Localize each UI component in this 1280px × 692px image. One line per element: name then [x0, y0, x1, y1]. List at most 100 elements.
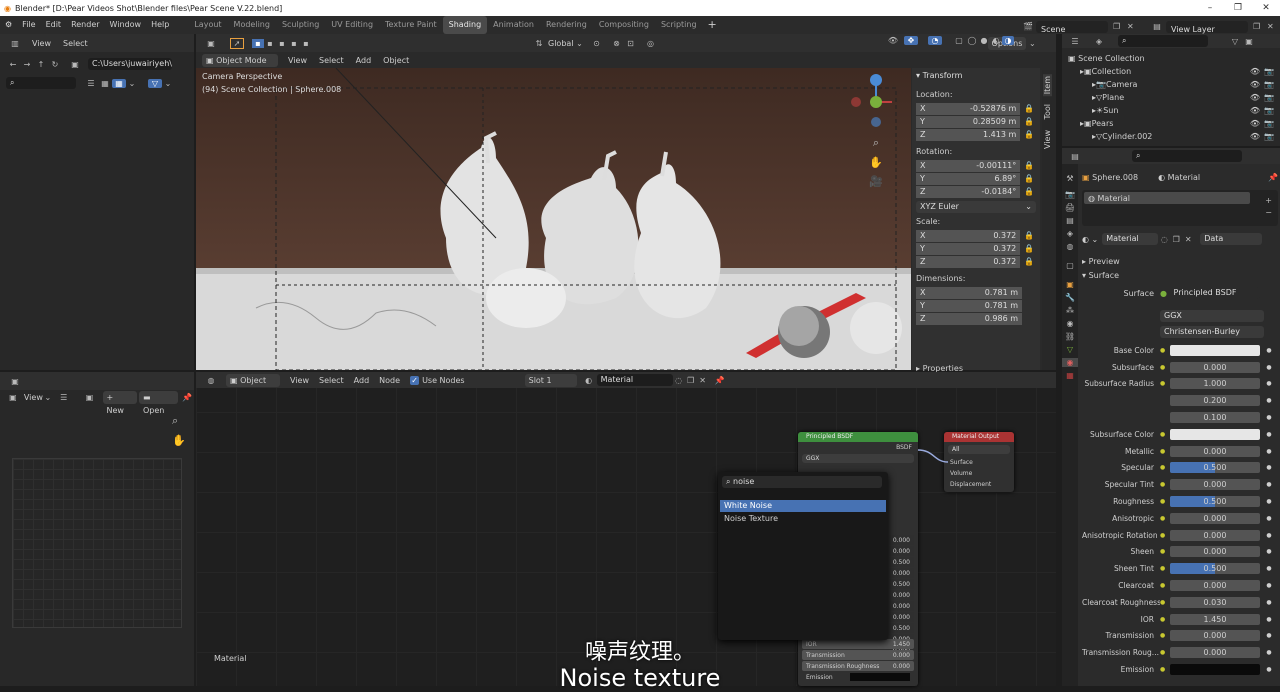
editor-type-icon[interactable]: ▣	[6, 377, 24, 386]
outliner-root[interactable]: ▣ Scene Collection	[1068, 52, 1280, 65]
outliner-item[interactable]: ▸ ▽ Plane 👁 📷	[1068, 91, 1280, 104]
fb-path-field[interactable]: C:\Users\juwairiyeh\	[88, 58, 172, 70]
filter-icon[interactable]: ▽	[148, 78, 162, 88]
eye-icon[interactable]: 👁	[1250, 104, 1260, 117]
property-value-field[interactable]: 0.000	[1170, 445, 1260, 457]
property-extra-dot-icon[interactable]: ●	[1264, 548, 1274, 555]
solid-shading-icon[interactable]: ●	[978, 36, 990, 45]
snap-icon[interactable]: ⊗	[610, 39, 624, 48]
property-extra-dot-icon[interactable]: ●	[1264, 498, 1274, 505]
menu-file[interactable]: File	[17, 16, 40, 34]
pin-icon[interactable]: 📌	[713, 376, 727, 385]
physics-tab-icon[interactable]: ◉	[1062, 319, 1078, 328]
outliner-item[interactable]: ▸ 📷 Camera 👁 📷	[1068, 78, 1280, 91]
mode-intersect-icon[interactable]: ▪	[300, 39, 312, 48]
eye-icon[interactable]: 👁	[1250, 130, 1260, 143]
property-extra-dot-icon[interactable]: ●	[1264, 347, 1274, 354]
rotation-field[interactable]: Y 6.89°	[916, 172, 1021, 185]
menu-render[interactable]: Render	[66, 16, 104, 34]
eye-icon[interactable]: 👁	[1250, 117, 1260, 130]
property-value-field[interactable]: 0.000	[1170, 529, 1260, 541]
property-value-field[interactable]: 0.500	[1170, 462, 1260, 474]
property-value-field[interactable]: 1.450	[1170, 613, 1260, 625]
lock-icon[interactable]: 🔒	[1022, 174, 1036, 183]
orientation-dropdown[interactable]: Global	[548, 39, 574, 48]
camera-view-icon[interactable]: 🎥	[866, 175, 886, 188]
location-field[interactable]: Z 1.413 m	[916, 128, 1021, 141]
property-value-field[interactable]: 1.000	[1170, 378, 1260, 390]
back-arrow-icon[interactable]: ←	[6, 60, 20, 69]
snap-target-icon[interactable]: ⊡	[624, 39, 638, 48]
tab-compositing[interactable]: Compositing	[593, 16, 655, 34]
outliner-item[interactable]: ▸ ▣ Collection 👁 📷	[1068, 65, 1280, 78]
fb-view-menu[interactable]: View	[32, 39, 51, 48]
lock-icon[interactable]: 🔒	[1022, 104, 1036, 113]
object-tab-icon[interactable]: ▣	[1062, 280, 1078, 289]
pivot-icon[interactable]: ⊙	[590, 39, 604, 48]
outliner-search-input[interactable]: ⌕	[1118, 35, 1208, 47]
new-image-button[interactable]: + New	[102, 390, 137, 415]
property-extra-dot-icon[interactable]: ●	[1264, 532, 1274, 539]
chevron-down-icon[interactable]: ⌄	[1026, 39, 1038, 48]
material-shading-icon[interactable]: ◐	[990, 36, 1002, 45]
property-value-field[interactable]: 0.000	[1170, 361, 1260, 373]
property-extra-dot-icon[interactable]: ●	[1264, 515, 1274, 522]
editor-type-icon[interactable]: ☰	[1068, 37, 1082, 46]
property-extra-dot-icon[interactable]: ●	[1264, 464, 1274, 471]
property-value-field[interactable]: 0.200	[1170, 395, 1260, 407]
image-browse-icon[interactable]: ▣	[83, 393, 97, 402]
viewport-render[interactable]	[196, 67, 911, 371]
mode-new-icon[interactable]: ▪	[252, 38, 264, 48]
search-result-white-noise[interactable]: White Noise	[720, 500, 886, 512]
material-slot-item[interactable]: ◍ Material	[1084, 192, 1250, 204]
select-box-icon[interactable]: ➚	[230, 37, 244, 49]
tab-sculpting[interactable]: Sculpting	[276, 16, 325, 34]
vp-menu-object[interactable]: Object	[383, 56, 409, 65]
new-collection-icon[interactable]: ▣	[1242, 37, 1256, 46]
property-value-field[interactable]: 0.000	[1170, 479, 1260, 491]
view-layer-tab-icon[interactable]: ▤	[1062, 216, 1078, 225]
ne-menu-add[interactable]: Add	[354, 376, 370, 385]
pin-icon[interactable]: 📌	[1268, 173, 1278, 182]
dimensions-field[interactable]: Z 0.986 m	[916, 312, 1022, 325]
display-thumb-icon[interactable]: ▦	[98, 79, 112, 88]
eye-icon[interactable]: 👁	[1250, 65, 1260, 78]
tab-modeling[interactable]: Modeling	[228, 16, 276, 34]
render-camera-icon[interactable]: 📷	[1264, 65, 1274, 78]
navigation-gizmo[interactable]: ⌕ ✋ 🎥	[848, 72, 892, 222]
menu-window[interactable]: Window	[105, 16, 147, 34]
tab-rendering[interactable]: Rendering	[540, 16, 593, 34]
property-extra-dot-icon[interactable]: ●	[1264, 431, 1274, 438]
hamburger-icon[interactable]: ☰	[57, 393, 71, 402]
dimensions-field[interactable]: Y 0.781 m	[916, 299, 1022, 312]
rendered-shading-icon[interactable]: ◑	[1002, 36, 1014, 45]
property-extra-dot-icon[interactable]: ●	[1264, 599, 1274, 606]
outliner-item[interactable]: ▸ ▽ Cylinder.002 👁 📷	[1068, 130, 1280, 143]
data-tab-icon[interactable]: ▽	[1062, 345, 1078, 354]
search-result-noise-texture[interactable]: Noise Texture	[720, 513, 886, 525]
chevron-down-icon[interactable]: ⌄	[162, 79, 174, 88]
lock-icon[interactable]: 🔒	[1022, 231, 1036, 240]
remove-slot-icon[interactable]: −	[1265, 208, 1272, 217]
scene-name-field[interactable]: Scene	[1036, 21, 1108, 34]
property-value-field[interactable]: 0.500	[1170, 496, 1260, 508]
refresh-icon[interactable]: ↻	[48, 60, 62, 69]
property-extra-dot-icon[interactable]: ●	[1264, 481, 1274, 488]
scene-tab-icon[interactable]: ◈	[1062, 229, 1078, 238]
mode-dropdown[interactable]: ▣ Object Mode	[202, 53, 278, 67]
xray-icon[interactable]: ▢	[952, 36, 966, 45]
shader-type-dropdown[interactable]: ▣ Object	[226, 373, 280, 387]
zoom-icon[interactable]: ⌕	[172, 414, 178, 428]
minimize-button[interactable]: –	[1196, 0, 1224, 16]
add-workspace-button[interactable]: +	[703, 16, 722, 34]
render-camera-icon[interactable]: 📷	[1264, 117, 1274, 130]
zoom-icon[interactable]: ⌕	[866, 136, 886, 150]
editor-type-icon[interactable]: ◍	[202, 376, 220, 385]
display-list-icon[interactable]: ☰	[84, 79, 98, 88]
surface-panel-header[interactable]: ▾ Surface	[1082, 268, 1278, 282]
tab-item[interactable]: Item	[1043, 74, 1052, 97]
material-output-node[interactable]: Material Output All Surface Volume Displ…	[944, 432, 1014, 492]
image-mode-icon[interactable]: ▣	[6, 393, 20, 402]
output-node-header[interactable]: Material Output	[944, 432, 1014, 442]
link-data-dropdown[interactable]: Data	[1200, 233, 1263, 245]
